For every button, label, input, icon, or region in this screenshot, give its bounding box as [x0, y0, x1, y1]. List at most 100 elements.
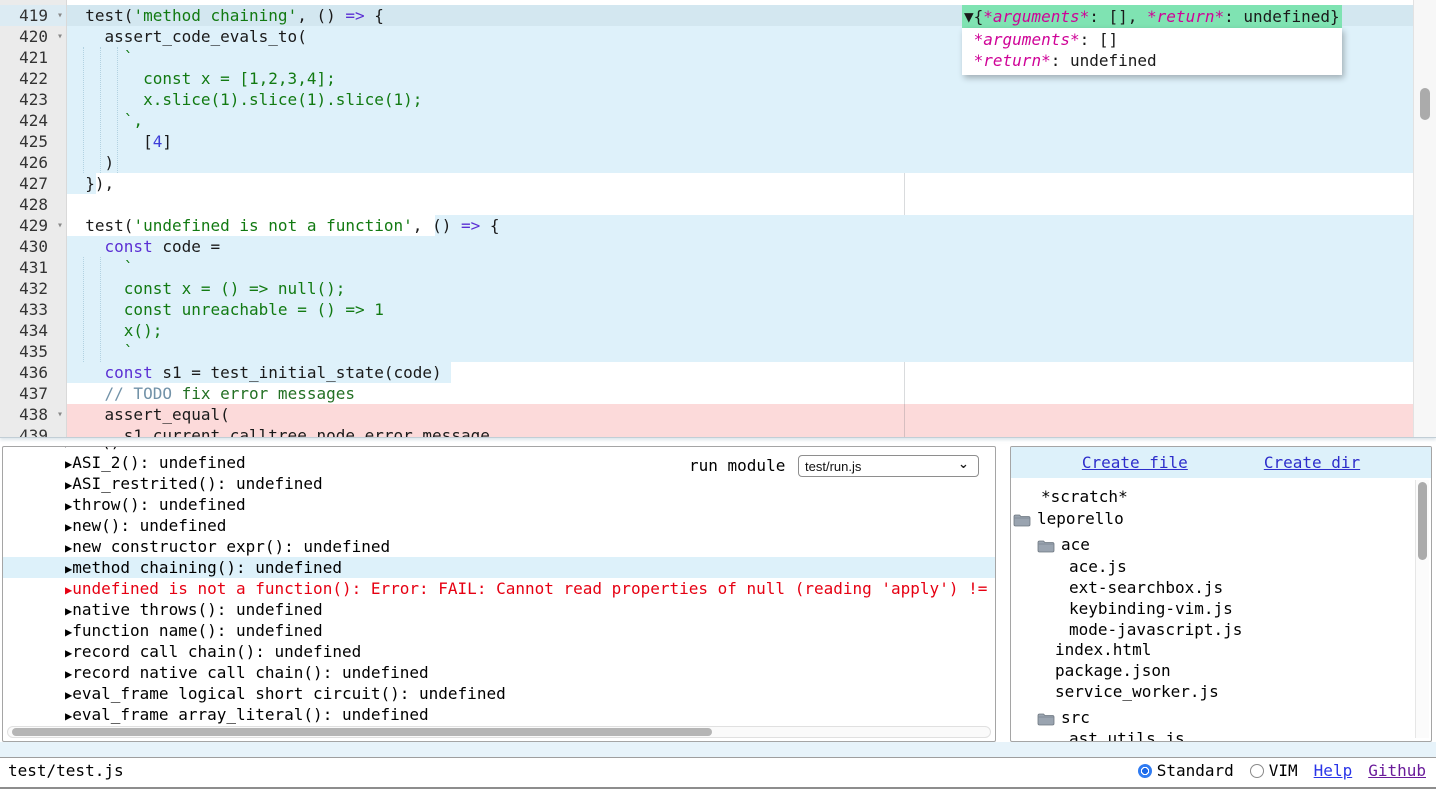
code-line[interactable]: ` [66, 341, 1414, 362]
code-line-text: const s1 = test_initial_state(code) [66, 362, 1414, 383]
test-result-row[interactable]: ▶undefined is not a function(): Error: F… [3, 578, 996, 599]
tree-item-folder[interactable]: src [1011, 707, 1431, 728]
test-result-row[interactable]: ▶throw(): undefined [3, 494, 996, 515]
radio-selected-icon[interactable] [1138, 764, 1152, 778]
value-explorer-tooltip[interactable]: ▼{*arguments*: [], *return*: undefined} … [962, 5, 1342, 75]
code-line[interactable]: test('undefined is not a function', () =… [66, 215, 1414, 236]
code-line[interactable] [66, 194, 1414, 215]
code-line-text: x(); [66, 320, 1414, 341]
tree-item-file[interactable]: keybinding-vim.js [1011, 598, 1431, 619]
keybinding-standard-option[interactable]: Standard [1138, 761, 1234, 780]
test-result-label: throw(): undefined [72, 495, 245, 514]
tree-item-label: ace.js [1069, 556, 1127, 577]
line-number: 439 [0, 425, 66, 438]
code-token: : [], [1089, 7, 1147, 26]
help-link[interactable]: Help [1314, 761, 1353, 780]
test-result-row[interactable]: ▶eval_frame array_literal(): undefined [3, 704, 996, 725]
code-token: `, [66, 111, 143, 130]
code-line[interactable]: `, [66, 110, 1414, 131]
test-result-row[interactable]: ▶record native call chain(): undefined [3, 662, 996, 683]
code-line-text: `, [66, 110, 1414, 131]
code-token: ` [66, 342, 133, 361]
github-link[interactable]: Github [1368, 761, 1426, 780]
tree-item-file[interactable]: package.json [1011, 660, 1431, 681]
code-line[interactable]: ` [66, 257, 1414, 278]
code-line[interactable]: ) [66, 152, 1414, 173]
fold-toggle-icon[interactable]: ▾ [57, 27, 63, 46]
code-line[interactable]: x.slice(1).slice(1).slice(1); [66, 89, 1414, 110]
tree-item-folder[interactable]: ace [1011, 534, 1431, 555]
create-dir-link[interactable]: Create dir [1264, 453, 1360, 472]
files-vertical-scrollbar [1415, 480, 1429, 738]
test-result-row[interactable]: ▶eval_frame logical short circuit(): und… [3, 683, 996, 704]
test-result-row[interactable]: ▶native throws(): undefined [3, 599, 996, 620]
tree-item-label: keybinding-vim.js [1069, 598, 1233, 619]
code-line[interactable]: // TODO fix error messages [66, 383, 1414, 404]
test-result-label: record native call chain(): undefined [72, 663, 428, 682]
files-scrollbar-thumb[interactable] [1418, 482, 1427, 560]
code-line[interactable]: s1.current_calltree_node.error.message, [66, 425, 1414, 438]
tree-item-file[interactable]: ast_utils.js [1011, 728, 1431, 742]
code-token: , () [297, 6, 345, 25]
value-explorer-row[interactable]: *return*: undefined [964, 50, 1332, 71]
code-line[interactable]: x(); [66, 320, 1414, 341]
code-token: ▼{ [964, 7, 983, 26]
tree-item-file[interactable]: *scratch* [1011, 486, 1431, 507]
code-token: const [105, 237, 153, 256]
value-explorer-header[interactable]: ▼{*arguments*: [], *return*: undefined} [962, 5, 1342, 28]
editor-scrollbar-thumb[interactable] [1420, 88, 1430, 120]
line-number: 434 [0, 320, 66, 341]
code-line[interactable]: [4] [66, 131, 1414, 152]
fold-toggle-icon[interactable]: ▾ [57, 6, 63, 25]
line-number: 431 [0, 257, 66, 278]
code-line[interactable]: const s1 = test_initial_state(code) [66, 362, 1414, 383]
line-number: 432 [0, 278, 66, 299]
test-result-row[interactable]: ▶new(): undefined [3, 515, 996, 536]
test-result-row[interactable]: ▶method chaining(): undefined [3, 557, 996, 578]
folder-icon [1013, 511, 1031, 525]
code-token: const x = [1,2,3,4]; [66, 69, 336, 88]
keybinding-vim-option[interactable]: VIM [1250, 761, 1298, 780]
tree-item-file[interactable]: ace.js [1011, 556, 1431, 577]
test-result-label: native throws(): undefined [72, 600, 322, 619]
code-line[interactable]: }), [66, 173, 1414, 194]
code-line[interactable]: const unreachable = () => 1 [66, 299, 1414, 320]
tree-item-label: index.html [1055, 639, 1151, 660]
code-token: ] [162, 132, 172, 151]
code-token: *return* [1147, 7, 1224, 26]
fold-toggle-icon[interactable]: ▾ [57, 405, 63, 424]
code-token: [ [66, 132, 153, 151]
code-token: fix error messages [172, 384, 355, 403]
tree-item-label: *scratch* [1041, 486, 1128, 507]
test-result-row[interactable]: ▶function name(): undefined [3, 620, 996, 641]
line-number: 433 [0, 299, 66, 320]
code-token: test( [66, 216, 133, 235]
line-number: 420▾ [0, 26, 66, 47]
tree-item-label: package.json [1055, 660, 1171, 681]
keybinding-vim-label: VIM [1269, 761, 1298, 780]
line-number: 427 [0, 173, 66, 194]
list-horizontal-scrollbar [7, 726, 991, 738]
tree-item-file[interactable]: service_worker.js [1011, 681, 1431, 702]
radio-unselected-icon[interactable] [1250, 764, 1264, 778]
code-line[interactable]: const code = [66, 236, 1414, 257]
tree-item-file[interactable]: mode-javascript.js [1011, 619, 1431, 640]
create-file-link[interactable]: Create file [1082, 453, 1188, 472]
code-token [66, 363, 105, 382]
test-result-row[interactable]: ▶new constructor expr(): undefined [3, 536, 996, 557]
code-line[interactable]: assert_equal( [66, 404, 1414, 425]
tree-item-label: mode-javascript.js [1069, 619, 1242, 640]
test-result-row[interactable]: ▶record call chain(): undefined [3, 641, 996, 662]
test-results-panel: ▶ASI(): undefined▶ASI_2(): undefined▶ASI… [2, 446, 996, 742]
tree-item-file[interactable]: ext-searchbox.js [1011, 577, 1431, 598]
code-token: ` [66, 48, 133, 67]
list-scrollbar-thumb[interactable] [12, 728, 712, 736]
tree-item-file[interactable]: index.html [1011, 639, 1431, 660]
tree-item-folder[interactable]: leporello [1011, 508, 1431, 529]
fold-toggle-icon[interactable]: ▾ [57, 216, 63, 235]
code-line[interactable]: const x = () => null(); [66, 278, 1414, 299]
code-editor[interactable]: 419▾420▾421422423424425426427428429▾4304… [0, 0, 1436, 438]
file-tree-panel: Create file Create dir *scratch*leporell… [1010, 446, 1432, 742]
run-module-select[interactable]: test/run.js [798, 455, 979, 477]
value-explorer-row[interactable]: *arguments*: [] [964, 29, 1332, 50]
